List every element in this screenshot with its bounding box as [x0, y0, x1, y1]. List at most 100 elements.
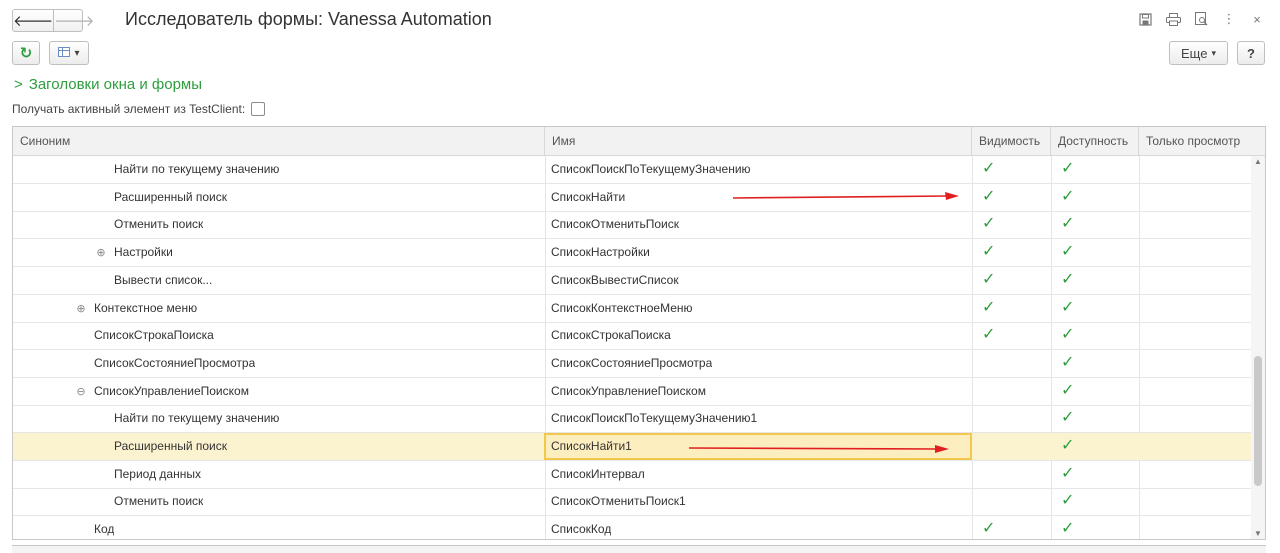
view-settings-button[interactable]: ▾	[49, 41, 89, 65]
visibility-check-icon[interactable]: ✓	[982, 186, 995, 206]
synonym-text: Период данных	[114, 466, 201, 481]
synonym-text: Найти по текущему значению	[114, 411, 280, 426]
refresh-icon: ↻	[19, 45, 33, 62]
availability-check-icon[interactable]: ✓	[1061, 435, 1074, 455]
visibility-check-icon[interactable]: ✓	[982, 324, 995, 344]
availability-check-icon[interactable]: ✓	[1061, 490, 1074, 510]
table-row[interactable]: СписокСостояниеПросмотра СписокСостояниеП…	[13, 350, 1251, 378]
name-cell: СписокКод	[551, 522, 612, 537]
synonym-text: Найти по текущему значению	[114, 162, 280, 176]
table-row[interactable]: Отменить поиск СписокОтменитьПоиск ✓ ✓	[13, 211, 1251, 240]
visibility-check-icon[interactable]: ✓	[982, 158, 995, 178]
name-cell: СписокПоискПоТекущемуЗначению1	[551, 411, 758, 426]
elements-table[interactable]: Синоним Имя Видимость Доступность Только…	[12, 126, 1266, 540]
name-cell: СписокИнтервал	[551, 466, 645, 481]
name-cell: СписокУправлениеПоиском	[551, 383, 706, 398]
name-cell: СписокОтменитьПоиск	[551, 217, 680, 232]
synonym-cell: Расширенный поиск	[114, 184, 227, 211]
table-row[interactable]: Расширенный поиск СписокНайти1 ✓	[13, 433, 1251, 461]
more-button[interactable]: Еще ▾	[1169, 41, 1228, 65]
scroll-down-icon[interactable]: ▼	[1251, 528, 1265, 539]
back-button[interactable]: 🡐	[13, 10, 55, 31]
column-header-availability[interactable]: Доступность	[1051, 127, 1139, 156]
visibility-check-icon[interactable]: ✓	[982, 518, 995, 538]
title-bar: 🡐 🡒 Исследователь формы: Vanessa Automat…	[0, 0, 1280, 40]
availability-check-icon[interactable]: ✓	[1061, 380, 1074, 400]
synonym-text: Расширенный поиск	[114, 189, 227, 204]
availability-check-icon[interactable]: ✓	[1061, 241, 1074, 261]
navigation-buttons: 🡐 🡒	[12, 9, 94, 32]
table-row[interactable]: Расширенный поиск СписокНайти ✓ ✓	[13, 184, 1251, 212]
save-icon[interactable]	[1136, 10, 1154, 28]
print-icon[interactable]	[1164, 10, 1182, 28]
availability-check-icon[interactable]: ✓	[1061, 463, 1074, 483]
refresh-button[interactable]: ↻	[12, 41, 40, 65]
synonym-cell: ⊕ Настройки	[95, 239, 172, 266]
availability-check-icon[interactable]: ✓	[1061, 297, 1074, 317]
table-row[interactable]: Найти по текущему значению СписокПоискПоТ…	[13, 405, 1251, 434]
table-row[interactable]: ⊕ Контекстное меню СписокКонтекстноеМеню ✓ ✓	[13, 295, 1251, 323]
table-row[interactable]: Период данных СписокИнтервал ✓	[13, 461, 1251, 489]
availability-check-icon[interactable]: ✓	[1061, 324, 1074, 344]
annotation-arrow-icon	[688, 445, 949, 453]
table-row[interactable]: Код СписокКод ✓ ✓	[13, 516, 1251, 539]
scroll-up-icon[interactable]: ▲	[1251, 156, 1265, 168]
synonym-cell: Найти по текущему значению	[114, 405, 279, 432]
column-header-synonym[interactable]: Синоним	[13, 127, 545, 156]
name-cell: СписокНайти1	[551, 439, 632, 453]
table-row[interactable]: Найти по текущему значению СписокПоискПоТ…	[13, 156, 1251, 184]
window-headers-group[interactable]: > Заголовки окна и формы	[14, 76, 202, 93]
annotation-arrow-icon	[732, 192, 959, 200]
synonym-cell: ⊖ СписокУправлениеПоиском	[75, 378, 249, 405]
more-vertical-icon[interactable]: ⋮	[1220, 10, 1238, 28]
get-active-element-label: Получать активный элемент из TestClient:	[12, 102, 246, 116]
visibility-check-icon[interactable]: ✓	[982, 213, 995, 233]
help-button[interactable]: ?	[1237, 41, 1265, 65]
synonym-cell: Период данных	[114, 461, 201, 488]
name-cell: СписокСтрокаПоиска	[551, 328, 671, 343]
synonym-text: Контекстное меню	[94, 300, 198, 315]
scroll-thumb[interactable]	[1254, 356, 1262, 486]
visibility-check-icon[interactable]: ✓	[982, 297, 995, 317]
expand-icon[interactable]: ⊕	[75, 296, 87, 322]
table-header: Синоним Имя Видимость Доступность Только…	[13, 127, 1265, 156]
preview-icon[interactable]	[1192, 10, 1210, 28]
availability-check-icon[interactable]: ✓	[1061, 352, 1074, 372]
window-title: Исследователь формы: Vanessa Automation	[125, 9, 492, 29]
synonym-cell: СписокСтрокаПоиска	[94, 322, 214, 349]
arrow-right-icon: 🡒	[54, 13, 95, 30]
table-row[interactable]: Отменить поиск СписокОтменитьПоиск1 ✓	[13, 488, 1251, 517]
synonym-text: СписокСостояниеПросмотра	[94, 355, 256, 370]
column-header-readonly[interactable]: Только просмотр	[1139, 127, 1251, 156]
toolbar: ↻ ▾ Еще ▾ ?	[0, 41, 1280, 69]
availability-check-icon[interactable]: ✓	[1061, 158, 1074, 178]
availability-check-icon[interactable]: ✓	[1061, 407, 1074, 427]
vertical-scrollbar[interactable]: ▲ ▼	[1251, 156, 1265, 539]
get-active-element-checkbox[interactable]	[251, 102, 266, 116]
availability-check-icon[interactable]: ✓	[1061, 186, 1074, 206]
table-row[interactable]: ⊕ Настройки СписокНастройки ✓ ✓	[13, 239, 1251, 268]
visibility-check-icon[interactable]: ✓	[982, 241, 995, 261]
table-row[interactable]: СписокСтрокаПоиска СписокСтрокаПоиска ✓ ✓	[13, 322, 1251, 351]
name-cell: СписокПоискПоТекущемуЗначению	[551, 162, 751, 176]
synonym-text: Вывести список...	[114, 272, 213, 287]
forward-button[interactable]: 🡒	[54, 10, 94, 31]
table-icon	[58, 46, 71, 60]
expand-icon[interactable]: ⊕	[95, 240, 107, 266]
visibility-check-icon[interactable]: ✓	[982, 269, 995, 289]
arrow-left-icon: 🡐	[13, 13, 54, 30]
table-row[interactable]: Вывести список... СписокВывестиСписок ✓ ✓	[13, 267, 1251, 295]
bottom-panel-edge	[12, 545, 1266, 553]
close-icon[interactable]: ×	[1248, 10, 1266, 28]
column-header-name[interactable]: Имя	[545, 127, 972, 156]
name-cell: СписокОтменитьПоиск1	[551, 494, 686, 509]
column-header-visibility[interactable]: Видимость	[972, 127, 1051, 156]
availability-check-icon[interactable]: ✓	[1061, 518, 1074, 538]
availability-check-icon[interactable]: ✓	[1061, 269, 1074, 289]
synonym-cell: Отменить поиск	[114, 488, 203, 515]
synonym-cell: Расширенный поиск	[114, 433, 227, 460]
dropdown-arrow-icon: ▾	[74, 47, 80, 59]
collapse-icon[interactable]: ⊖	[75, 379, 87, 405]
availability-check-icon[interactable]: ✓	[1061, 213, 1074, 233]
table-row[interactable]: ⊖ СписокУправлениеПоиском СписокУправление…	[13, 378, 1251, 406]
